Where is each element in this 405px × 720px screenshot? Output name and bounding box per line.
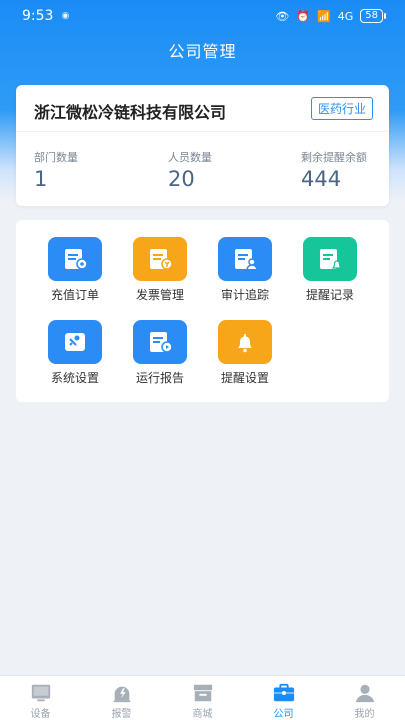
page-title: 公司管理 (168, 42, 237, 61)
tab-profile[interactable]: 我的 (324, 676, 405, 720)
reminder-record-icon (303, 237, 357, 281)
tab-device[interactable]: 设备 (0, 676, 81, 720)
notification-icon: ◉ (61, 11, 70, 21)
audit-icon (218, 237, 272, 281)
run-report-button[interactable]: 运行报告 (120, 320, 200, 386)
tab-label: 商城 (192, 709, 213, 720)
tab-label: 设备 (30, 709, 51, 720)
stat-value: 1 (34, 167, 48, 191)
stat-value: 444 (301, 167, 342, 191)
tab-label: 公司 (273, 709, 294, 720)
tab-alarm[interactable]: 报警 (81, 676, 162, 720)
tab-company[interactable]: 公司 (243, 676, 324, 720)
stat-label: 部门数量 (34, 151, 78, 164)
reminder-settings-button[interactable]: 提醒设置 (205, 320, 285, 386)
bell-icon (218, 320, 272, 364)
report-icon (133, 320, 187, 364)
signal-label: 4G (337, 9, 354, 23)
profile-icon (355, 684, 374, 703)
status-bar: 9:53 ◉ 👁 ⏰ 📶 4G 58 (0, 0, 405, 32)
grid-label: 系统设置 (50, 371, 99, 385)
system-settings-icon (48, 320, 102, 364)
invoice-management-button[interactable]: 发票管理 (120, 237, 200, 303)
stat-staff-count[interactable]: 人员数量 20 (168, 149, 212, 191)
stat-value: 20 (168, 167, 195, 191)
stat-department-count[interactable]: 部门数量 1 (34, 149, 78, 191)
stat-label: 剩余提醒余额 (301, 151, 367, 164)
eye-icon: 👁 (275, 9, 290, 23)
device-icon (31, 684, 50, 702)
function-grid: 充值订单 发票管理 审计追踪 提醒记录 系统设置 运行报告 提醒设置 (16, 220, 389, 402)
stat-reminder-balance[interactable]: 剩余提醒余额 444 (301, 149, 367, 191)
company-name: 浙江微松冷链科技有限公司 (34, 103, 227, 122)
tab-label: 我的 (354, 709, 375, 720)
status-time: 9:53 (22, 8, 54, 24)
grid-label: 运行报告 (135, 371, 184, 385)
grid-label: 审计追踪 (220, 288, 269, 302)
reminder-record-button[interactable]: 提醒记录 (290, 237, 370, 303)
grid-label: 提醒设置 (220, 371, 269, 385)
tab-label: 报警 (111, 709, 132, 720)
wifi-icon: 📶 (317, 9, 331, 23)
bottom-tab-bar: 设备 报警 商城 公司 我的 (0, 675, 405, 720)
grid-label: 发票管理 (135, 288, 184, 302)
alarm-clock-icon: ⏰ (296, 9, 311, 23)
grid-label: 充值订单 (50, 288, 99, 302)
store-icon (193, 684, 212, 702)
stat-label: 人员数量 (168, 151, 212, 164)
order-icon (48, 237, 102, 281)
company-card: 浙江微松冷链科技有限公司 医药行业 部门数量 1 人员数量 20 剩余提醒余额 … (16, 85, 389, 206)
invoice-icon (133, 237, 187, 281)
audit-trail-button[interactable]: 审计追踪 (205, 237, 285, 303)
industry-tag[interactable]: 医药行业 (310, 97, 373, 120)
recharge-order-button[interactable]: 充值订单 (35, 237, 115, 303)
battery-indicator: 58 (360, 9, 386, 23)
divider (16, 131, 389, 132)
tab-store[interactable]: 商城 (162, 676, 243, 720)
system-settings-button[interactable]: 系统设置 (35, 320, 115, 386)
company-icon (273, 683, 294, 702)
alarm-icon (113, 686, 130, 703)
grid-label: 提醒记录 (305, 288, 354, 302)
